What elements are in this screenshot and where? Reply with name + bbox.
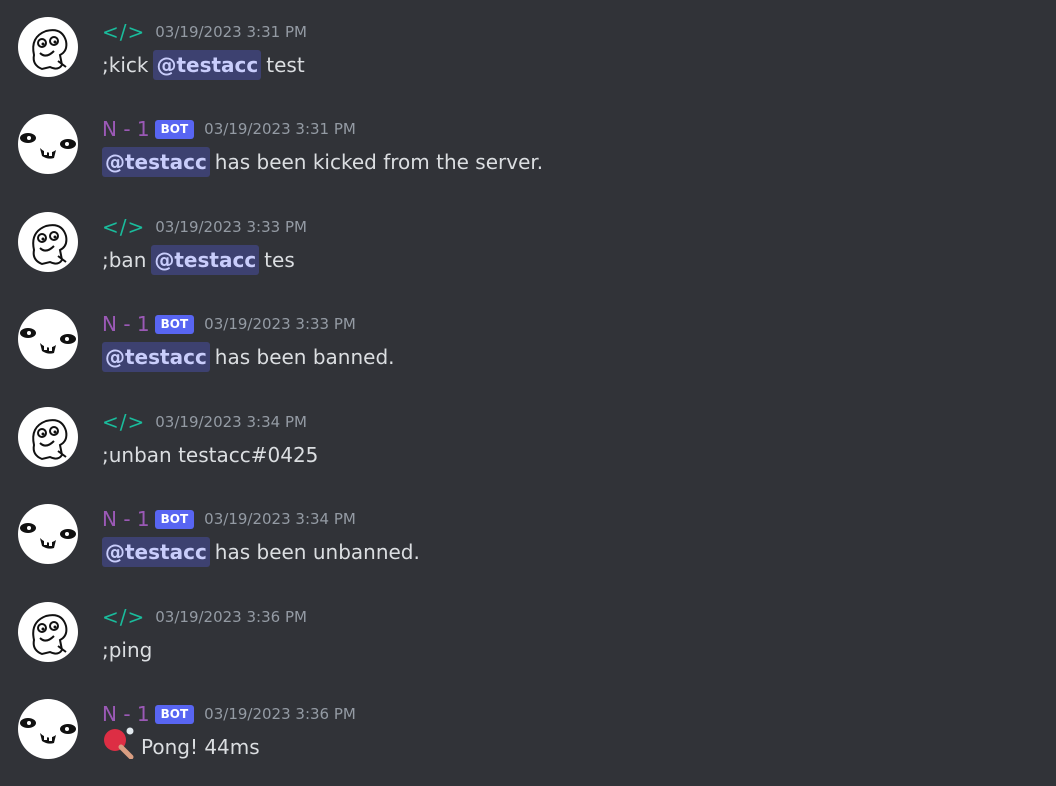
message-content: @testacc has been banned. [102, 341, 395, 373]
author-name[interactable]: </> [102, 17, 145, 47]
bot-avatar[interactable] [18, 114, 78, 174]
message-item: N - 1 BOT 03/19/2023 3:36 PM Pong! 44ms [0, 699, 1056, 779]
message-item: </> 03/19/2023 3:34 PM ;unban testacc#04… [0, 407, 1056, 487]
user-avatar[interactable] [18, 602, 78, 662]
message-item: </> 03/19/2023 3:36 PM ;ping [0, 602, 1056, 682]
message-content: Pong! 44ms [102, 727, 260, 763]
message-content: ;ping [102, 634, 152, 666]
message-content: ;ban @testacc tes [102, 244, 295, 276]
bot-face-icon [20, 523, 76, 549]
message-item: N - 1 BOT 03/19/2023 3:34 PM @testacc ha… [0, 504, 1056, 584]
message-header: N - 1 BOT 03/19/2023 3:33 PM [102, 309, 356, 339]
author-name[interactable]: </> [102, 212, 145, 242]
message-timestamp: 03/19/2023 3:36 PM [204, 705, 356, 723]
author-name[interactable]: N - 1 [102, 114, 150, 144]
bot-face-icon [20, 328, 76, 354]
message-header: </> 03/19/2023 3:34 PM [102, 407, 307, 437]
doodle-face-icon [32, 224, 68, 266]
message-timestamp: 03/19/2023 3:33 PM [155, 218, 307, 236]
doodle-face-icon [32, 29, 68, 71]
doodle-face-icon [32, 419, 68, 461]
message-timestamp: 03/19/2023 3:31 PM [204, 120, 356, 138]
author-name[interactable]: </> [102, 602, 145, 632]
message-item: </> 03/19/2023 3:31 PM ;kick @testacc te… [0, 17, 1056, 97]
user-avatar[interactable] [18, 407, 78, 467]
user-mention[interactable]: @testacc [151, 245, 260, 275]
message-header: </> 03/19/2023 3:31 PM [102, 17, 307, 47]
message-text: has been unbanned. [214, 540, 420, 564]
bot-avatar[interactable] [18, 309, 78, 369]
user-mention[interactable]: @testacc [102, 342, 210, 372]
ping-pong-icon [102, 727, 136, 768]
message-text: ;unban testacc#0425 [102, 443, 319, 467]
message-text: tes [264, 248, 295, 272]
message-timestamp: 03/19/2023 3:31 PM [155, 23, 307, 41]
message-content: ;kick @testacc test [102, 49, 305, 81]
message-item: N - 1 BOT 03/19/2023 3:33 PM @testacc ha… [0, 309, 1056, 389]
bot-face-icon [20, 133, 76, 159]
message-item: N - 1 BOT 03/19/2023 3:31 PM @testacc ha… [0, 114, 1056, 194]
message-text: has been banned. [214, 345, 395, 369]
message-timestamp: 03/19/2023 3:34 PM [155, 413, 307, 431]
bot-tag: BOT [154, 704, 195, 724]
message-header: </> 03/19/2023 3:33 PM [102, 212, 307, 242]
message-text: Pong! 44ms [141, 735, 260, 759]
message-text: ;kick [102, 53, 149, 77]
message-header: N - 1 BOT 03/19/2023 3:36 PM [102, 699, 356, 729]
message-text: ;ban [102, 248, 147, 272]
bot-tag: BOT [154, 314, 195, 334]
bot-tag: BOT [154, 119, 195, 139]
message-content: @testacc has been kicked from the server… [102, 146, 543, 178]
message-timestamp: 03/19/2023 3:33 PM [204, 315, 356, 333]
message-content: ;unban testacc#0425 [102, 439, 318, 471]
bot-face-icon [20, 718, 76, 744]
user-mention[interactable]: @testacc [102, 147, 210, 177]
bot-avatar[interactable] [18, 504, 78, 564]
author-name[interactable]: N - 1 [102, 309, 150, 339]
message-timestamp: 03/19/2023 3:36 PM [155, 608, 307, 626]
author-name[interactable]: </> [102, 407, 145, 437]
message-header: </> 03/19/2023 3:36 PM [102, 602, 307, 632]
user-avatar[interactable] [18, 212, 78, 272]
message-header: N - 1 BOT 03/19/2023 3:34 PM [102, 504, 356, 534]
message-text: has been kicked from the server. [214, 150, 544, 174]
bot-tag: BOT [154, 509, 195, 529]
message-text: ;ping [102, 638, 153, 662]
bot-avatar[interactable] [18, 699, 78, 759]
message-list: </> 03/19/2023 3:31 PM ;kick @testacc te… [0, 0, 1056, 786]
user-mention[interactable]: @testacc [102, 537, 210, 567]
message-timestamp: 03/19/2023 3:34 PM [204, 510, 356, 528]
author-name[interactable]: N - 1 [102, 699, 150, 729]
author-name[interactable]: N - 1 [102, 504, 150, 534]
doodle-face-icon [32, 614, 68, 656]
message-text: test [266, 53, 305, 77]
user-avatar[interactable] [18, 17, 78, 77]
message-content: @testacc has been unbanned. [102, 536, 420, 568]
user-mention[interactable]: @testacc [153, 50, 262, 80]
message-header: N - 1 BOT 03/19/2023 3:31 PM [102, 114, 356, 144]
message-item: </> 03/19/2023 3:33 PM ;ban @testacc tes [0, 212, 1056, 292]
